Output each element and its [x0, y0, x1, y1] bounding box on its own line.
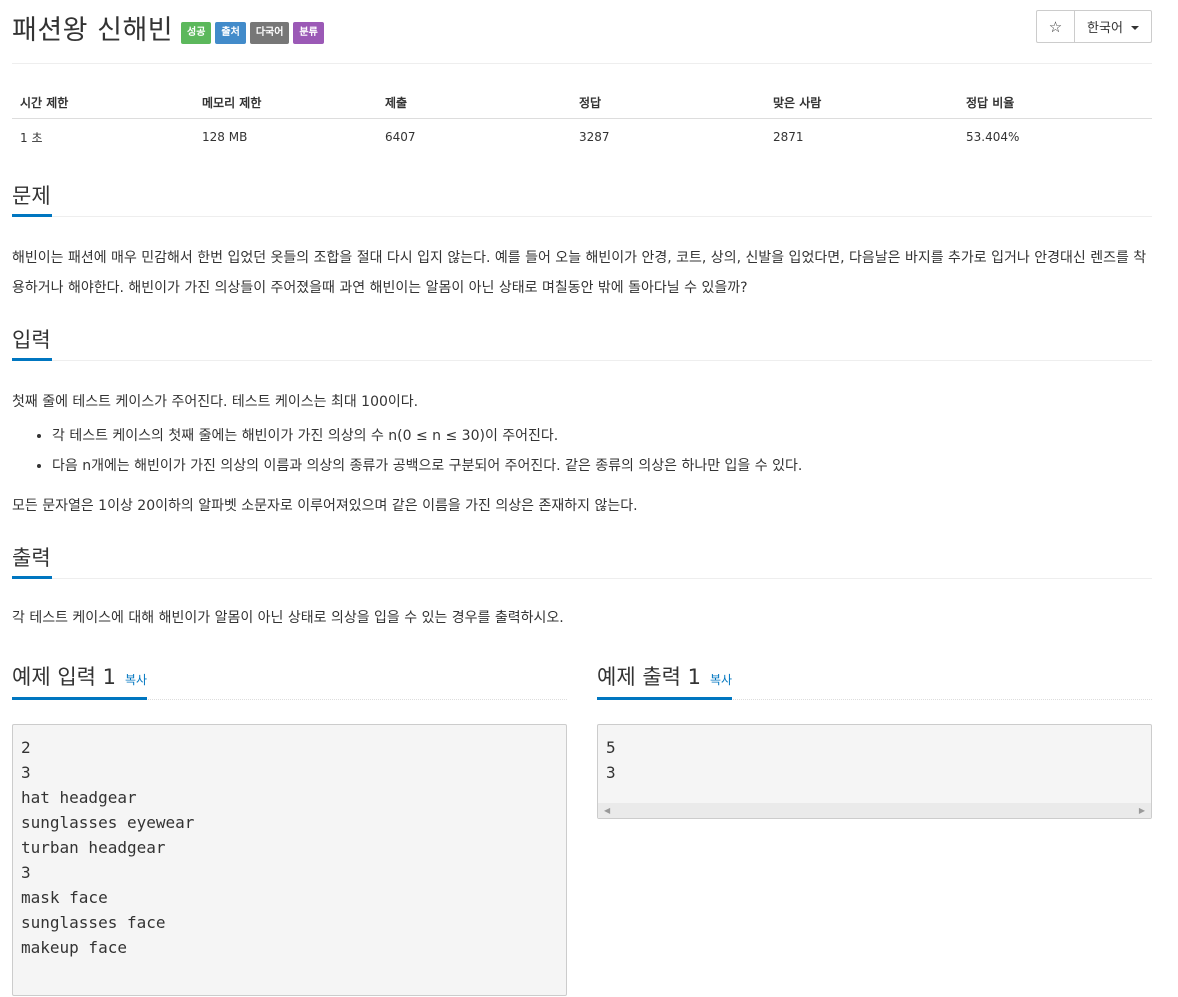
header-accept-ratio: 정답 비율: [958, 86, 1152, 119]
label-success[interactable]: 성공: [181, 22, 212, 44]
header-toolbar: ☆ 한국어: [1036, 10, 1152, 43]
caret-down-icon: [1130, 25, 1139, 30]
input-intro: 첫째 줄에 테스트 케이스가 주어진다. 테스트 케이스는 최대 100이다.: [12, 394, 419, 410]
label-source[interactable]: 출처: [215, 22, 246, 44]
info-value-row: 1 초 128 MB 6407 3287 2871 53.404%: [12, 119, 1152, 156]
sample-input-header: 예제 입력 1 복사: [12, 657, 567, 700]
sample-output-title: 예제 출력 1: [597, 665, 701, 689]
star-icon: ☆: [1048, 17, 1063, 36]
copy-input-button[interactable]: 복사: [125, 671, 147, 688]
problem-section: 문제 해빈이는 패션에 매우 민감해서 한번 입었던 옷들의 조합을 절대 다시…: [12, 179, 1152, 303]
problem-page: 패션왕 신해빈 성공 출처 다국어 분류 ☆ 한국어 시간 제한 메모리 제한 …: [12, 0, 1152, 997]
sample-output-code[interactable]: 5 3: [598, 725, 1151, 795]
favorite-button[interactable]: ☆: [1037, 11, 1075, 42]
output-section-title: 출력: [12, 541, 52, 579]
sample-output-panel: 예제 출력 1 복사 5 3 ◀ ▶: [597, 657, 1152, 819]
problem-header: 패션왕 신해빈 성공 출처 다국어 분류 ☆ 한국어: [12, 0, 1152, 64]
problem-labels: 성공 출처 다국어 분류: [181, 22, 324, 44]
scroll-right-icon[interactable]: ▶: [1139, 806, 1145, 815]
input-description: 첫째 줄에 테스트 케이스가 주어진다. 테스트 케이스는 최대 100이다. …: [12, 387, 1152, 521]
list-item: 각 테스트 케이스의 첫째 줄에는 해빈이가 가진 의상의 수 n(0 ≤ n …: [52, 421, 1152, 451]
problem-title: 패션왕 신해빈: [12, 15, 174, 46]
input-rules-list: 각 테스트 케이스의 첫째 줄에는 해빈이가 가진 의상의 수 n(0 ≤ n …: [12, 421, 1152, 481]
sample-output-header: 예제 출력 1 복사: [597, 657, 1152, 700]
sample-input-title: 예제 입력 1: [12, 665, 116, 689]
value-accept-ratio: 53.404%: [966, 130, 1020, 144]
scroll-left-icon[interactable]: ◀: [604, 806, 610, 815]
problem-section-title: 문제: [12, 179, 52, 217]
output-text: 각 테스트 케이스에 대해 해빈이가 알몸이 아닌 상태로 의상을 입을 수 있…: [12, 610, 564, 626]
sample-input-panel: 예제 입력 1 복사 2 3 hat headgear sunglasses e…: [12, 657, 567, 996]
value-time-limit: 1 초: [20, 130, 43, 145]
info-header-row: 시간 제한 메모리 제한 제출 정답 맞은 사람 정답 비율: [12, 86, 1152, 119]
input-section: 입력 첫째 줄에 테스트 케이스가 주어진다. 테스트 케이스는 최대 100이…: [12, 323, 1152, 521]
value-accepted: 3287: [579, 130, 610, 144]
language-dropdown[interactable]: 한국어: [1075, 11, 1151, 42]
output-section-header: 출력: [12, 541, 1152, 579]
sample-input-code[interactable]: 2 3 hat headgear sunglasses eyewear turb…: [12, 724, 567, 996]
output-section: 출력 각 테스트 케이스에 대해 해빈이가 알몸이 아닌 상태로 의상을 입을 …: [12, 541, 1152, 633]
sample-output-box: 5 3 ◀ ▶: [597, 724, 1152, 819]
input-section-header: 입력: [12, 323, 1152, 361]
label-category[interactable]: 분류: [293, 22, 324, 44]
output-description: 각 테스트 케이스에 대해 해빈이가 알몸이 아닌 상태로 의상을 입을 수 있…: [12, 603, 1152, 633]
header-memory-limit: 메모리 제한: [194, 86, 377, 119]
copy-output-button[interactable]: 복사: [710, 671, 732, 688]
examples-area: 예제 입력 1 복사 2 3 hat headgear sunglasses e…: [12, 657, 1152, 997]
value-submissions: 6407: [385, 130, 416, 144]
language-label: 한국어: [1087, 21, 1123, 36]
header-submissions: 제출: [377, 86, 571, 119]
list-item: 다음 n개에는 해빈이가 가진 의상의 이름과 의상의 종류가 공백으로 구분되…: [52, 451, 1152, 481]
header-accepted: 정답: [571, 86, 765, 119]
problem-description: 해빈이는 패션에 매우 민감해서 한번 입었던 옷들의 조합을 절대 다시 입지…: [12, 243, 1152, 303]
header-solved-users: 맞은 사람: [765, 86, 958, 119]
problem-info-table: 시간 제한 메모리 제한 제출 정답 맞은 사람 정답 비율 1 초 128 M…: [12, 86, 1152, 155]
value-solved-users: 2871: [773, 130, 804, 144]
header-time-limit: 시간 제한: [12, 86, 194, 119]
input-section-title: 입력: [12, 323, 52, 361]
input-outro: 모든 문자열은 1이상 20이하의 알파벳 소문자로 이루어져있으며 같은 이름…: [12, 498, 638, 514]
horizontal-scrollbar[interactable]: ◀ ▶: [598, 803, 1151, 818]
value-memory-limit: 128 MB: [202, 130, 248, 144]
label-multilang[interactable]: 다국어: [249, 22, 290, 44]
problem-section-header: 문제: [12, 179, 1152, 217]
problem-text: 해빈이는 패션에 매우 민감해서 한번 입었던 옷들의 조합을 절대 다시 입지…: [12, 250, 1147, 296]
